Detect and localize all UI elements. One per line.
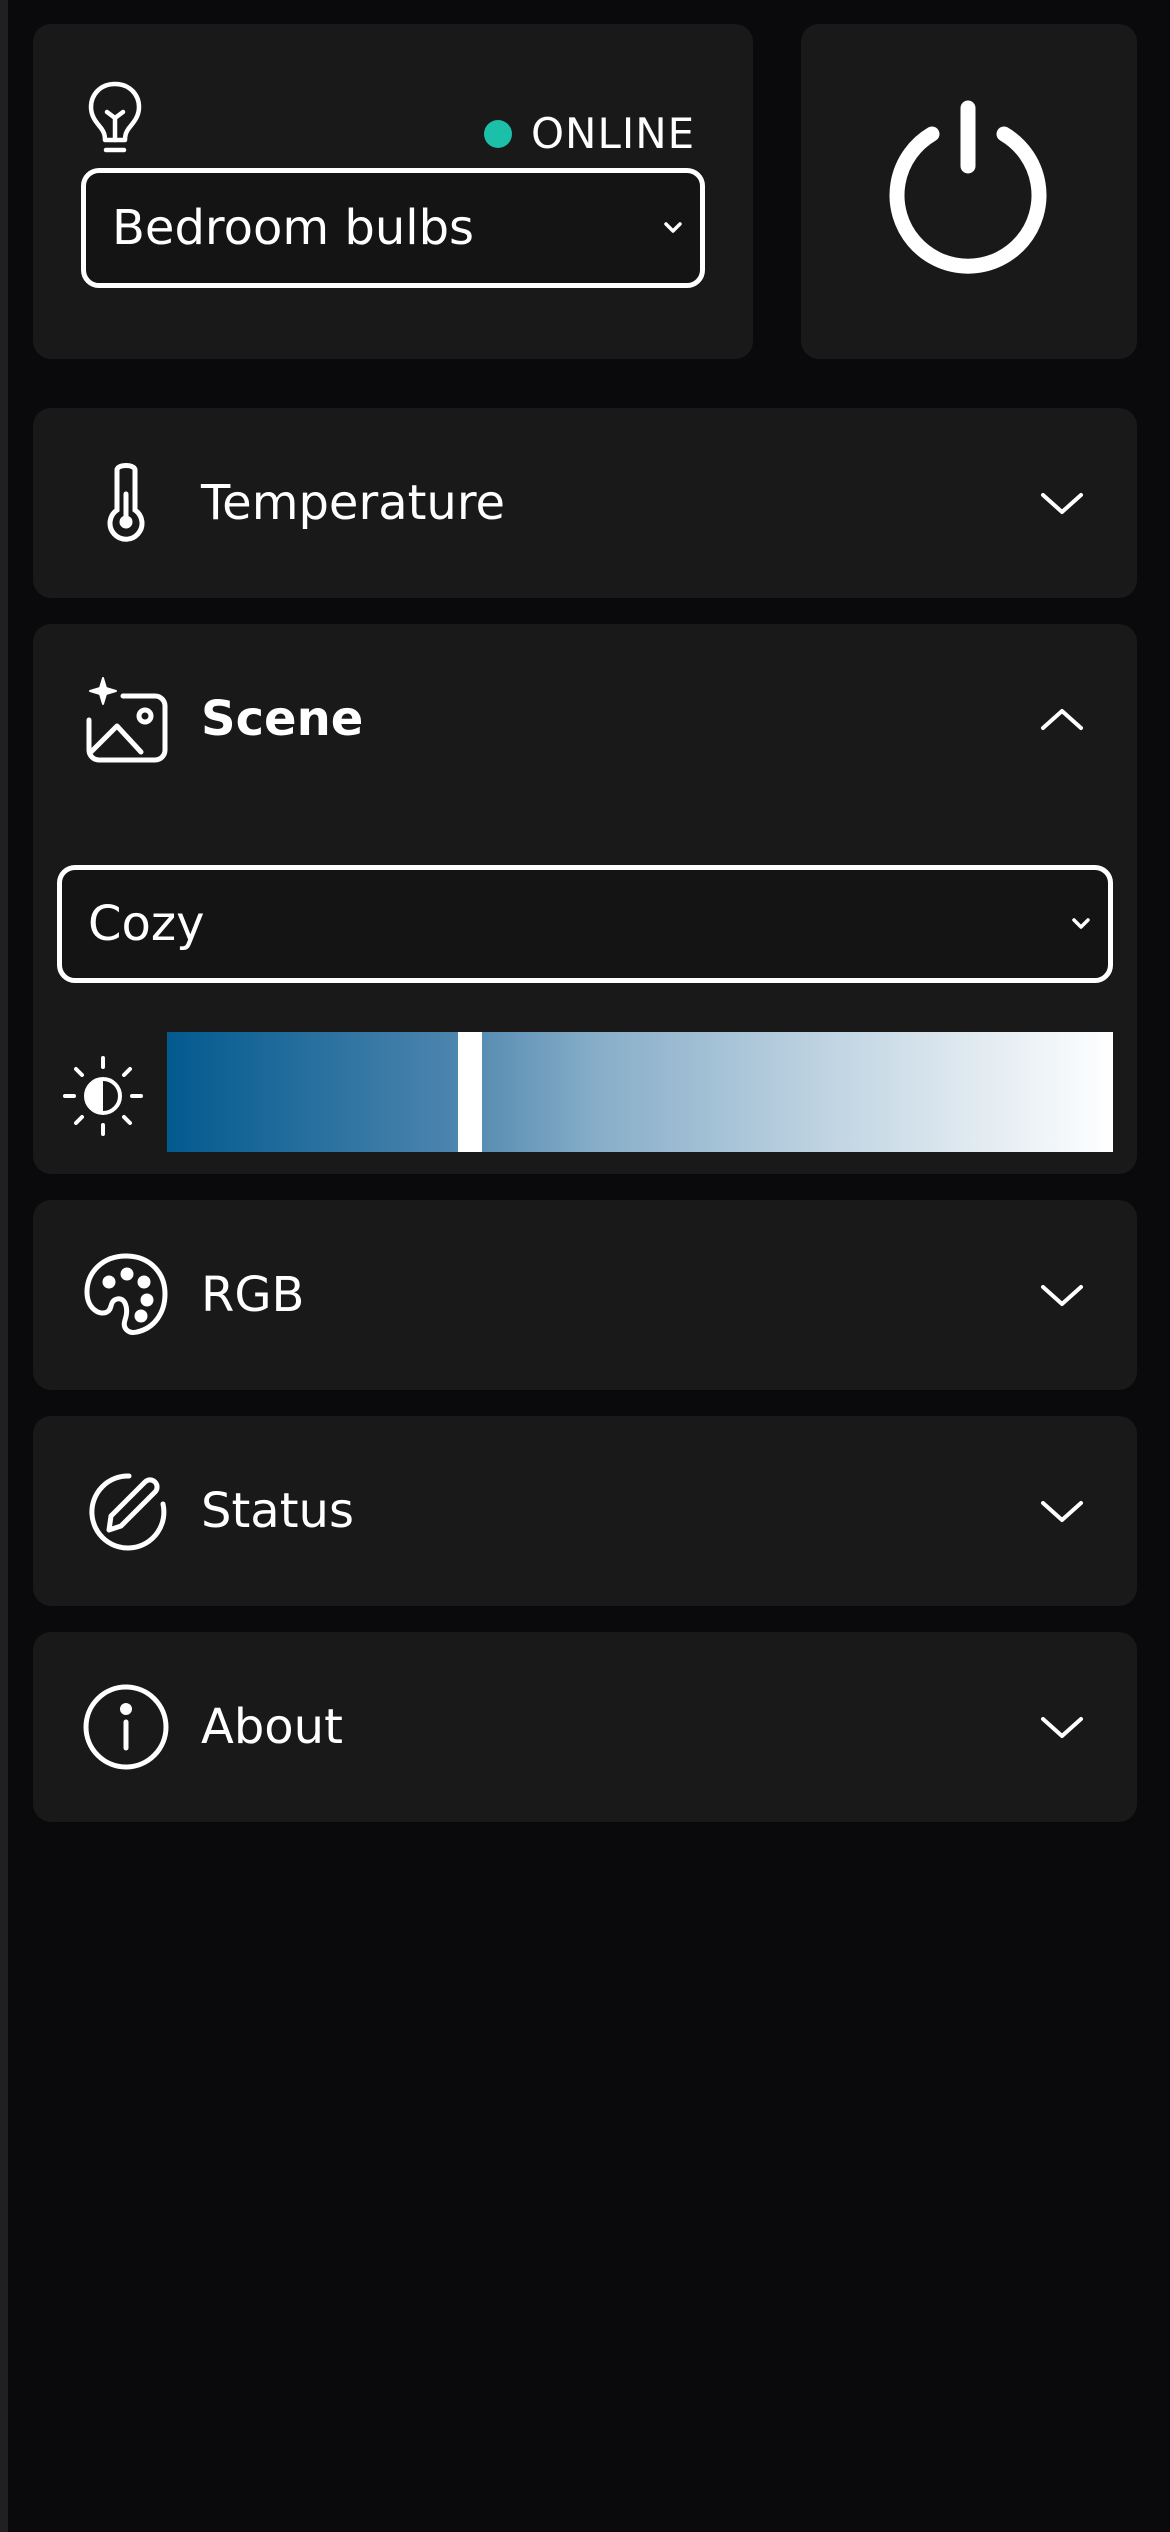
brightness-slider-thumb[interactable] bbox=[457, 1032, 482, 1152]
scene-header[interactable]: Scene bbox=[33, 624, 1137, 814]
temperature-header[interactable]: Temperature bbox=[33, 408, 1137, 598]
chevron-down-icon bbox=[1041, 1717, 1083, 1738]
section-about: About bbox=[33, 1632, 1137, 1822]
palette-icon bbox=[84, 1253, 168, 1335]
chevron-down-icon bbox=[1041, 493, 1083, 514]
about-header[interactable]: About bbox=[33, 1632, 1137, 1822]
status-text: ONLINE bbox=[531, 109, 696, 158]
section-rgb: RGB bbox=[33, 1200, 1137, 1390]
section-status: Status bbox=[33, 1416, 1137, 1606]
image-sparkle-icon bbox=[86, 677, 168, 763]
device-select[interactable]: Bedroom bulbs bbox=[81, 168, 705, 288]
lightbulb-icon bbox=[88, 81, 142, 153]
brightness-slider[interactable] bbox=[167, 1032, 1113, 1152]
brightness-icon bbox=[63, 1056, 143, 1136]
section-scene: Scene Cozy bbox=[33, 624, 1137, 1174]
chevron-down-icon bbox=[1041, 1285, 1083, 1306]
status-header[interactable]: Status bbox=[33, 1416, 1137, 1606]
rgb-label: RGB bbox=[201, 1267, 305, 1323]
edit-circle-icon bbox=[89, 1473, 167, 1551]
about-label: About bbox=[201, 1699, 343, 1755]
scene-label: Scene bbox=[201, 691, 364, 747]
info-icon bbox=[83, 1684, 169, 1770]
power-icon bbox=[889, 100, 1047, 274]
chevron-up-icon bbox=[1041, 709, 1083, 730]
section-temperature: Temperature bbox=[33, 408, 1137, 598]
online-status-dot bbox=[484, 120, 512, 148]
thermometer-icon bbox=[107, 463, 145, 542]
chevron-down-icon bbox=[664, 222, 682, 233]
chevron-down-icon bbox=[1072, 918, 1090, 929]
status-label: Status bbox=[201, 1483, 354, 1539]
scene-select-value: Cozy bbox=[88, 896, 205, 952]
rgb-header[interactable]: RGB bbox=[33, 1200, 1137, 1390]
power-button[interactable] bbox=[801, 24, 1137, 359]
device-select-value: Bedroom bulbs bbox=[112, 200, 475, 256]
scene-select[interactable]: Cozy bbox=[57, 865, 1113, 983]
left-edge bbox=[0, 0, 8, 2532]
temperature-label: Temperature bbox=[201, 475, 506, 531]
chevron-down-icon bbox=[1041, 1501, 1083, 1522]
device-card: ONLINE Bedroom bulbs bbox=[33, 24, 753, 359]
